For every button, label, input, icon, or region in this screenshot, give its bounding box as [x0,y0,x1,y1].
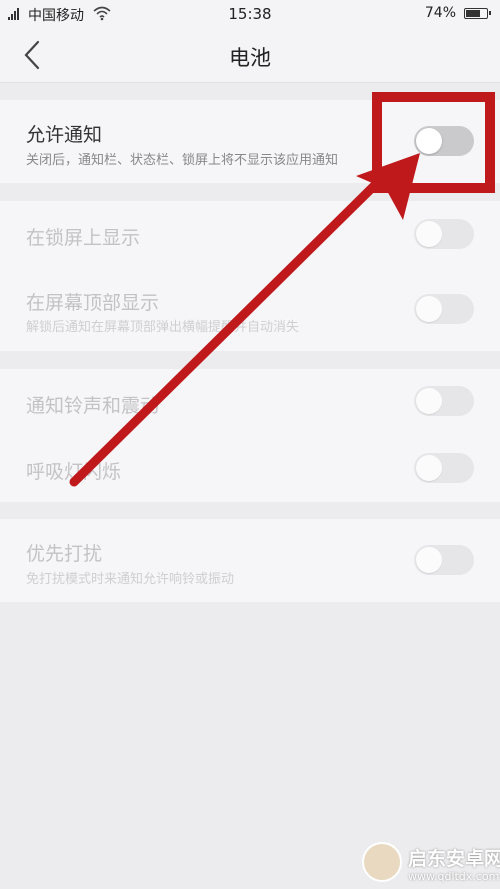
watermark-logo-icon [362,842,402,882]
battery-percent: 74% [424,5,456,21]
ringtone-vibrate-row[interactable]: 通知铃声和震动 [0,369,500,435]
watermark-url: www.qdltdx.com [408,870,500,883]
battery-icon [464,8,491,19]
notification-section: 允许通知 关闭后，通知栏、状态栏、锁屏上将不显示该应用通知 [0,100,500,183]
row-title: 通知铃声和震动 [26,395,160,417]
row-title: 在屏幕顶部显示 [26,292,160,314]
priority-section: 优先打扰 免打扰模式时来通知允许响铃或振动 [0,519,500,602]
ringtone-vibrate-toggle[interactable] [414,386,474,416]
row-subtitle: 免打扰模式时来通知允许响铃或振动 [26,572,235,587]
lockscreen-display-row[interactable]: 在锁屏上显示 [0,201,500,267]
watermark-text: 启东安卓网 [408,848,500,870]
lockscreen-display-toggle[interactable] [414,219,474,249]
page-title: 电池 [229,46,271,70]
status-bar: 中国移动 15:38 74% [0,0,500,28]
allow-notifications-toggle[interactable] [414,126,474,156]
alert-section: 通知铃声和震动 呼吸灯闪烁 [0,369,500,502]
row-title: 允许通知 [26,124,103,146]
priority-interrupt-row[interactable]: 优先打扰 免打扰模式时来通知允许响铃或振动 [0,519,500,602]
banner-display-toggle[interactable] [414,294,474,324]
row-title: 优先打扰 [26,543,103,565]
row-title: 呼吸灯闪烁 [26,461,122,483]
display-section: 在锁屏上显示 在屏幕顶部显示 解锁后通知在屏幕顶部弹出横幅提醒并自动消失 [0,201,500,351]
row-subtitle: 关闭后，通知栏、状态栏、锁屏上将不显示该应用通知 [26,153,339,168]
banner-display-row[interactable]: 在屏幕顶部显示 解锁后通知在屏幕顶部弹出横幅提醒并自动消失 [0,267,500,351]
priority-interrupt-toggle[interactable] [414,545,474,575]
breathing-light-toggle[interactable] [414,453,474,483]
app-header: 电池 [0,28,500,83]
breathing-light-row[interactable]: 呼吸灯闪烁 [0,435,500,502]
row-subtitle: 解锁后通知在屏幕顶部弹出横幅提醒并自动消失 [26,320,300,335]
row-title: 在锁屏上显示 [26,227,141,249]
allow-notifications-row[interactable]: 允许通知 关闭后，通知栏、状态栏、锁屏上将不显示该应用通知 [0,100,500,183]
